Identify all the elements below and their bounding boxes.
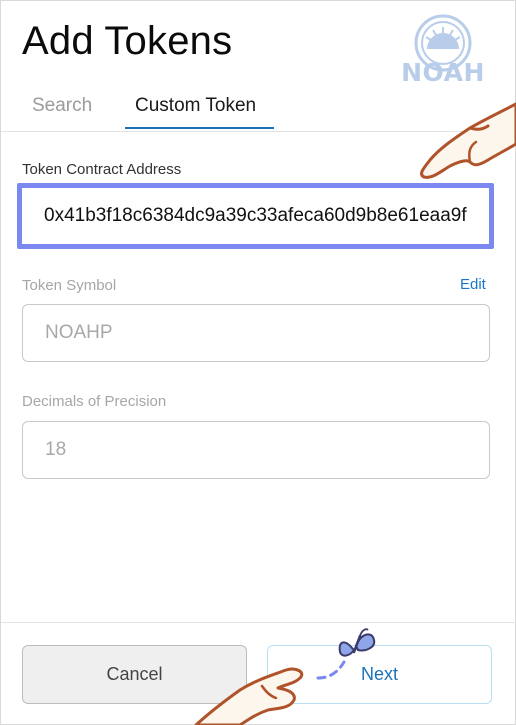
add-tokens-panel: Add Tokens NOAH Search Custom Token Toke… — [0, 0, 516, 725]
decimals-input[interactable]: 18 — [22, 421, 490, 479]
tab-search[interactable]: Search — [32, 95, 92, 117]
edit-symbol-link[interactable]: Edit — [460, 276, 486, 293]
tab-custom-token[interactable]: Custom Token — [135, 95, 256, 117]
footer-divider — [1, 622, 516, 623]
token-symbol-input[interactable]: NOAHP — [22, 304, 490, 362]
noah-logo: NOAH — [393, 13, 493, 89]
contract-address-input[interactable]: 0x41b3f18c6384dc9a39c33afeca60d9b8e61eaa… — [17, 183, 494, 249]
contract-address-label: Token Contract Address — [22, 161, 182, 178]
decimals-value: 18 — [45, 439, 67, 460]
logo-wordmark: NOAH — [401, 58, 485, 87]
cancel-button[interactable]: Cancel — [22, 645, 247, 704]
token-tabs: Search Custom Token — [1, 87, 516, 132]
decimals-label: Decimals of Precision — [22, 393, 167, 410]
token-symbol-value: NOAHP — [45, 322, 113, 343]
active-tab-indicator — [125, 127, 274, 129]
next-button[interactable]: Next — [267, 645, 492, 704]
page-title: Add Tokens — [22, 19, 233, 63]
contract-address-value: 0x41b3f18c6384dc9a39c33afeca60d9b8e61eaa… — [44, 205, 467, 226]
token-symbol-label: Token Symbol — [22, 277, 117, 294]
